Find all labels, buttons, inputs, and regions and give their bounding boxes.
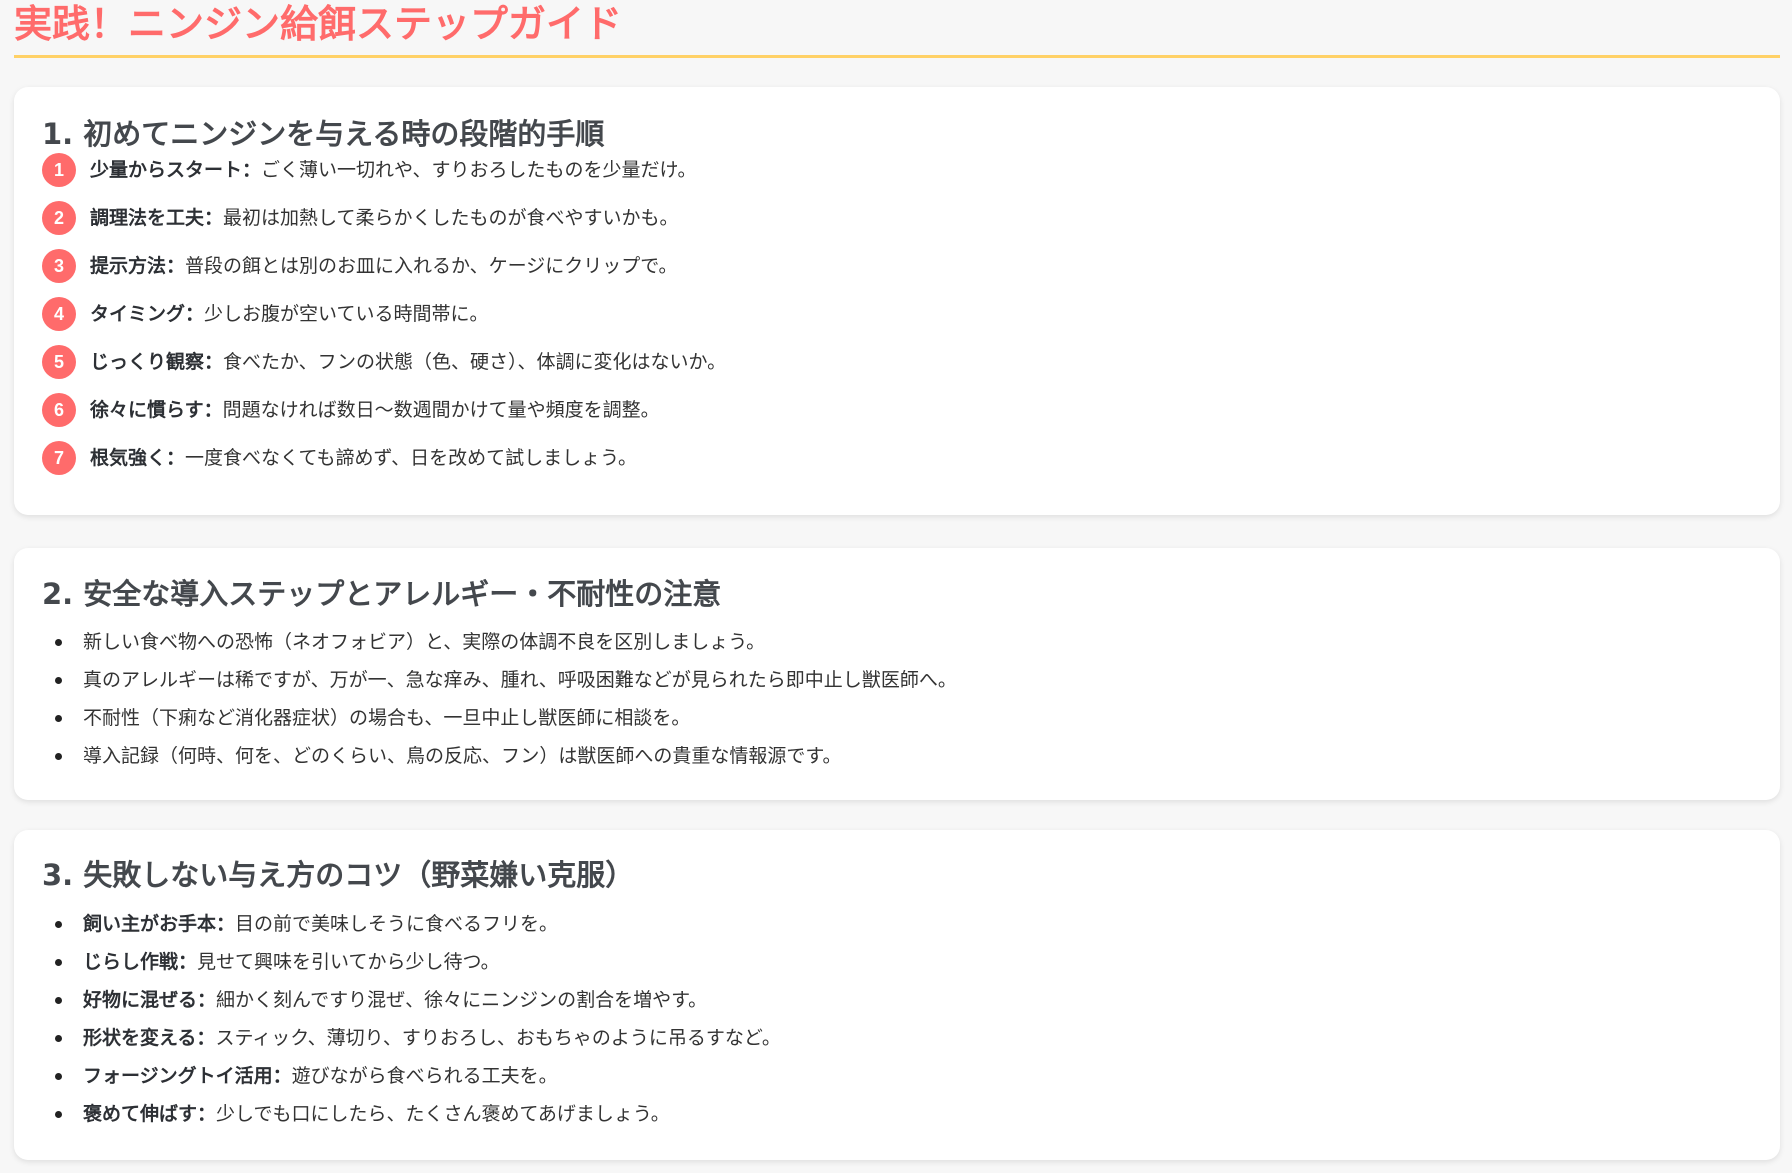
section-card-safety: 2. 安全な導入ステップとアレルギー・不耐性の注意 新しい食べ物への恐怖（ネオフ… xyxy=(14,548,1780,800)
step-label: 徐々に慣らす： xyxy=(90,399,223,421)
bullet-icon xyxy=(55,1034,62,1042)
list-item: 導入記録（何時、何を、どのくらい、鳥の反応、フン）は獣医師への貴重な情報源です。 xyxy=(42,741,841,771)
list-item: 新しい食べ物への恐怖（ネオフォビア）と、実際の体調不良を区別しましょう。 xyxy=(42,627,765,657)
tip-text: 遊びながら食べられる工夫を。 xyxy=(291,1065,558,1087)
list-item: 好物に混ぜる：細かく刻んですり混ぜ、徐々にニンジンの割合を増やす。 xyxy=(42,985,707,1015)
step-item: 6 徐々に慣らす：問題なければ数日〜数週間かけて量や頻度を調整。 xyxy=(42,393,660,427)
step-text: 一度食べなくても諦めず、日を改めて試しましょう。 xyxy=(185,447,638,469)
step-item: 4 タイミング：少しお腹が空いている時間帯に。 xyxy=(42,297,488,331)
step-item: 7 根気強く：一度食べなくても諦めず、日を改めて試しましょう。 xyxy=(42,441,637,475)
list-item: フォージングトイ活用：遊びながら食べられる工夫を。 xyxy=(42,1061,558,1091)
section-title-safety: 2. 安全な導入ステップとアレルギー・不耐性の注意 xyxy=(42,577,722,611)
bullet-icon xyxy=(55,1072,62,1080)
step-number-badge: 3 xyxy=(42,249,76,283)
tip-label: 好物に混ぜる： xyxy=(83,989,217,1011)
step-item: 1 少量からスタート：ごく薄い一切れや、すりおろしたものを少量だけ。 xyxy=(42,153,697,187)
step-item: 3 提示方法：普段の餌とは別のお皿に入れるか、ケージにクリップで。 xyxy=(42,249,678,283)
section-title-steps: 1. 初めてニンジンを与える時の段階的手順 xyxy=(42,117,605,151)
tip-label: 形状を変える： xyxy=(83,1027,216,1049)
step-text: 問題なければ数日〜数週間かけて量や頻度を調整。 xyxy=(222,399,660,421)
step-label: タイミング： xyxy=(90,303,205,325)
tip-text: 細かく刻んですり混ぜ、徐々にニンジンの割合を増やす。 xyxy=(216,989,708,1011)
bullet-icon xyxy=(55,714,62,722)
tip-text: 少しでも口にしたら、たくさん褒めてあげましょう。 xyxy=(216,1103,670,1125)
list-item: 褒めて伸ばす：少しでも口にしたら、たくさん褒めてあげましょう。 xyxy=(42,1099,670,1129)
page-header: 実践！ニンジン給餌ステップガイド xyxy=(14,0,1780,58)
step-number-badge: 5 xyxy=(42,345,76,379)
step-item: 2 調理法を工夫：最初は加熱して柔らかくしたものが食べやすいかも。 xyxy=(42,201,678,235)
step-label: 少量からスタート： xyxy=(90,159,262,181)
step-number-badge: 2 xyxy=(42,201,76,235)
step-number-badge: 7 xyxy=(42,441,76,475)
bullet-icon xyxy=(55,958,62,966)
step-number-badge: 6 xyxy=(42,393,76,427)
step-text: 少しお腹が空いている時間帯に。 xyxy=(204,303,489,325)
bullet-icon xyxy=(55,1110,62,1118)
tip-text: 目の前で美味しそうに食べるフリを。 xyxy=(235,913,559,935)
step-item: 5 じっくり観察：食べたか、フンの状態（色、硬さ）、体調に変化はないか。 xyxy=(42,345,726,379)
list-item: 飼い主がお手本：目の前で美味しそうに食べるフリを。 xyxy=(42,909,558,939)
page-title: 実践！ニンジン給餌ステップガイド xyxy=(14,2,623,46)
section-card-tips: 3. 失敗しない与え方のコツ（野菜嫌い克服） 飼い主がお手本：目の前で美味しそう… xyxy=(14,830,1780,1160)
section-title-tips: 3. 失敗しない与え方のコツ（野菜嫌い克服） xyxy=(42,858,635,892)
step-label: 根気強く： xyxy=(90,447,186,469)
bullet-icon xyxy=(55,996,62,1004)
bullet-icon xyxy=(55,638,62,646)
step-label: 提示方法： xyxy=(90,255,186,277)
step-number-badge: 1 xyxy=(42,153,76,187)
step-number-badge: 4 xyxy=(42,297,76,331)
step-label: じっくり観察： xyxy=(90,351,224,373)
tip-label: フォージングトイ活用： xyxy=(83,1065,292,1087)
step-label: 調理法を工夫： xyxy=(90,207,224,229)
bullet-icon xyxy=(55,676,62,684)
tip-text: 見せて興味を引いてから少し待つ。 xyxy=(197,951,500,973)
step-text: 普段の餌とは別のお皿に入れるか、ケージにクリップで。 xyxy=(185,255,678,277)
tip-label: じらし作戦： xyxy=(83,951,198,973)
list-item: 不耐性（下痢など消化器症状）の場合も、一旦中止し獣医師に相談を。 xyxy=(42,703,690,733)
step-text: ごく薄い一切れや、すりおろしたものを少量だけ。 xyxy=(261,159,697,181)
step-text: 食べたか、フンの状態（色、硬さ）、体調に変化はないか。 xyxy=(223,351,727,373)
section-card-steps: 1. 初めてニンジンを与える時の段階的手順 1 少量からスタート：ごく薄い一切れ… xyxy=(14,87,1780,515)
list-item: 真のアレルギーは稀ですが、万が一、急な痒み、腫れ、呼吸困難などが見られたら即中止… xyxy=(42,665,957,695)
bullet-icon xyxy=(55,920,62,928)
list-item: 形状を変える：スティック、薄切り、すりおろし、おもちゃのように吊るすなど。 xyxy=(42,1023,781,1053)
bullet-icon xyxy=(55,752,62,760)
tip-label: 飼い主がお手本： xyxy=(83,913,236,935)
tip-text: スティック、薄切り、すりおろし、おもちゃのように吊るすなど。 xyxy=(215,1027,781,1049)
tip-label: 褒めて伸ばす： xyxy=(83,1103,217,1125)
list-item: じらし作戦：見せて興味を引いてから少し待つ。 xyxy=(42,947,500,977)
step-text: 最初は加熱して柔らかくしたものが食べやすいかも。 xyxy=(223,207,679,229)
